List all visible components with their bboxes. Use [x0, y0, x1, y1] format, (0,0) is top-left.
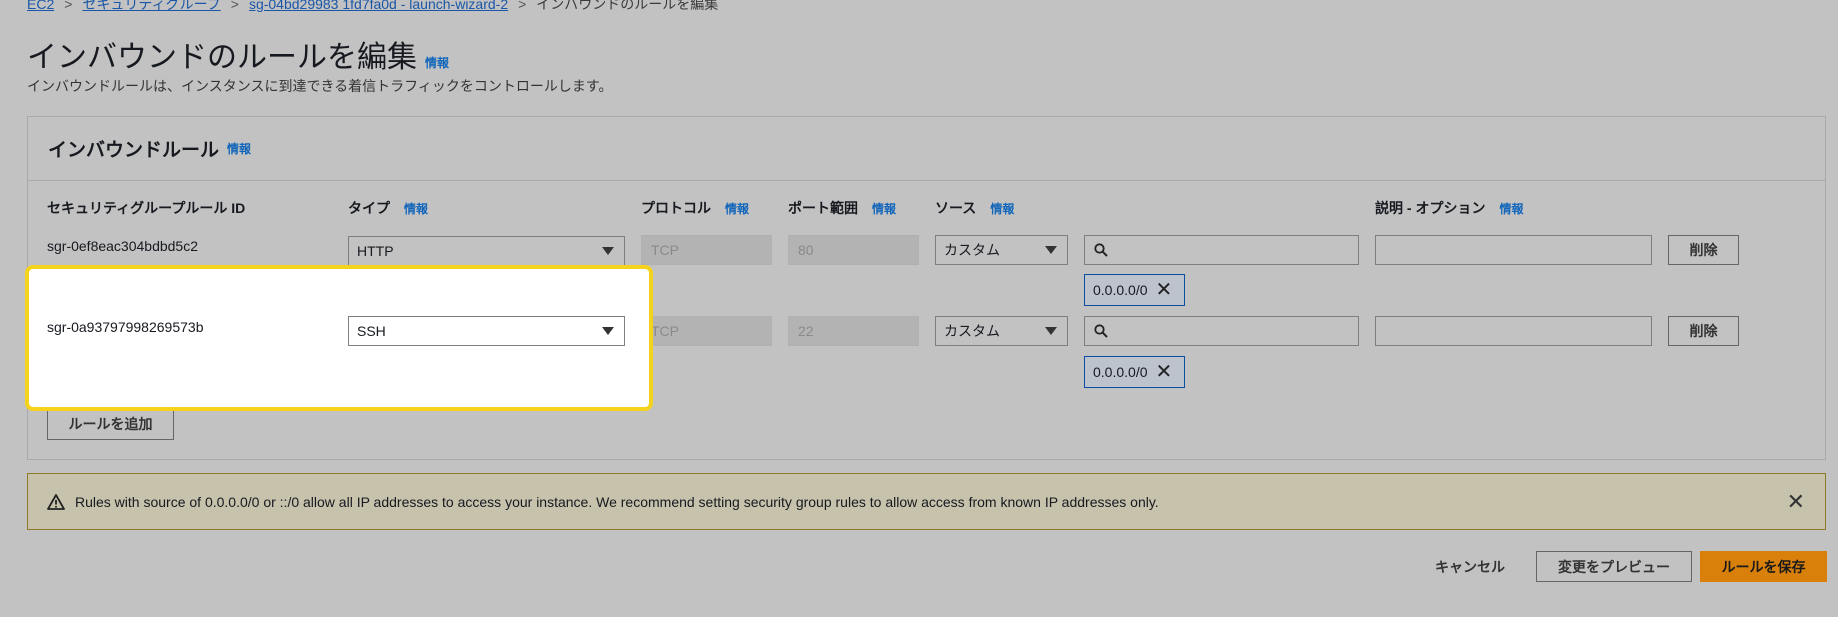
page-title: インバウンドのルールを編集 情報	[27, 32, 449, 76]
caret-down-icon	[602, 327, 614, 335]
column-header-description: 説明 - オプション 情報	[1375, 198, 1523, 218]
type-select[interactable]: HTTP	[348, 236, 625, 266]
caret-down-icon	[1045, 246, 1057, 254]
panel-header: インバウンドルール 情報	[28, 117, 1825, 181]
column-header-type-label: タイプ	[348, 200, 390, 216]
column-header-rule-id: セキュリティグループルール ID	[47, 198, 245, 218]
add-rule-button[interactable]: ルールを追加	[47, 408, 174, 440]
type-select-highlighted[interactable]: SSH	[348, 316, 625, 346]
cidr-token-label: 0.0.0.0/0	[1093, 282, 1148, 298]
type-select-value: HTTP	[357, 243, 394, 259]
preview-changes-button[interactable]: 変更をプレビュー	[1536, 551, 1692, 582]
cancel-button[interactable]: キャンセル	[1425, 551, 1515, 582]
search-icon	[1094, 324, 1108, 338]
breadcrumb-ec2[interactable]: EC2	[27, 0, 54, 12]
description-input[interactable]	[1375, 235, 1652, 265]
cidr-token-label: 0.0.0.0/0	[1093, 364, 1148, 380]
rule-id-highlighted: sgr-0a93797998269573b	[47, 319, 204, 335]
rule-id: sgr-0ef8eac304bdbd5c2	[47, 238, 199, 254]
description-info-link[interactable]: 情報	[1499, 200, 1523, 217]
page-description: インバウンドルールは、インスタンスに到達できる着信トラフィックをコントロールしま…	[27, 78, 613, 94]
port-range-field: 22	[788, 316, 919, 346]
warning-text: Rules with source of 0.0.0.0/0 or ::/0 a…	[75, 493, 1159, 510]
panel-title: インバウンドルール	[48, 140, 220, 161]
source-type-value: カスタム	[944, 323, 1000, 339]
page-title-text: インバウンドのルールを編集	[27, 41, 417, 74]
breadcrumb: EC2 > セキュリティグループ > sg-04bd29983 1fd7fa0d…	[27, 0, 718, 14]
column-header-type: タイプ 情報	[348, 198, 428, 218]
description-input[interactable]	[1375, 316, 1652, 346]
breadcrumb-security-groups[interactable]: セキュリティグループ	[82, 0, 220, 14]
breadcrumb-separator: >	[64, 0, 73, 12]
column-header-protocol: プロトコル 情報	[641, 198, 749, 218]
source-type-value: カスタム	[944, 242, 1000, 258]
source-search-input[interactable]	[1084, 316, 1359, 346]
column-header-rule-id-label: セキュリティグループルール ID	[47, 200, 246, 216]
source-search-input[interactable]	[1084, 235, 1359, 265]
save-rules-button[interactable]: ルールを保存	[1700, 551, 1827, 582]
port-range-info-link[interactable]: 情報	[872, 200, 896, 217]
port-range-field: 80	[788, 235, 919, 265]
warning-alert: Rules with source of 0.0.0.0/0 or ::/0 a…	[27, 473, 1826, 530]
protocol-field: TCP	[641, 316, 772, 346]
caret-down-icon	[602, 247, 614, 255]
close-icon[interactable]: ✕	[1787, 491, 1805, 513]
search-icon	[1094, 243, 1108, 257]
column-header-source-label: ソース	[935, 200, 977, 216]
source-info-link[interactable]: 情報	[990, 200, 1014, 217]
breadcrumb-separator: >	[230, 0, 239, 12]
type-select-value: SSH	[357, 323, 386, 339]
column-header-port-range-label: ポート範囲	[788, 200, 858, 216]
source-type-select[interactable]: カスタム	[935, 235, 1068, 265]
column-header-port-range: ポート範囲 情報	[788, 198, 896, 218]
source-type-select[interactable]: カスタム	[935, 316, 1068, 346]
column-header-source: ソース 情報	[935, 198, 1014, 218]
protocol-info-link[interactable]: 情報	[725, 200, 749, 217]
cidr-token: 0.0.0.0/0 ✕	[1084, 274, 1185, 306]
close-icon[interactable]: ✕	[1156, 280, 1173, 300]
breadcrumb-current: インバウンドのルールを編集	[536, 0, 719, 12]
breadcrumb-separator: >	[518, 0, 527, 12]
panel-info-link[interactable]: 情報	[227, 140, 251, 157]
breadcrumb-security-group[interactable]: sg-04bd29983 1fd7fa0d - launch-wizard-2	[249, 0, 508, 12]
warning-icon	[47, 493, 65, 510]
page-info-link[interactable]: 情報	[425, 54, 449, 71]
column-header-description-label: 説明 - オプション	[1375, 200, 1486, 216]
delete-button[interactable]: 削除	[1668, 235, 1739, 265]
delete-button[interactable]: 削除	[1668, 316, 1739, 346]
column-header-protocol-label: プロトコル	[641, 200, 711, 216]
close-icon[interactable]: ✕	[1156, 362, 1173, 382]
caret-down-icon	[1045, 327, 1057, 335]
cidr-token: 0.0.0.0/0 ✕	[1084, 356, 1185, 388]
type-info-link[interactable]: 情報	[404, 200, 428, 217]
protocol-field: TCP	[641, 235, 772, 265]
